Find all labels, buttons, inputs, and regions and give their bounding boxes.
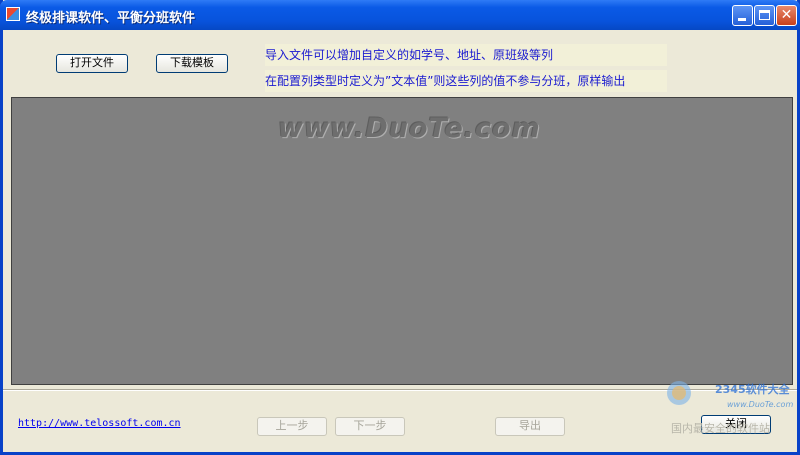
download-template-button[interactable]: 下载模板 bbox=[156, 54, 228, 73]
badge-tagline: 国内最安全的软件站 bbox=[671, 422, 770, 435]
app-icon bbox=[6, 7, 20, 21]
next-step-button[interactable]: 下一步 bbox=[335, 417, 405, 436]
watermark-text: www.DuoTe.com bbox=[278, 113, 541, 144]
website-link[interactable]: http://www.telossoft.com.cn bbox=[18, 418, 181, 429]
info-line-1: 导入文件可以增加自定义的如学号、地址、原班级等列 bbox=[265, 44, 667, 66]
close-icon: ✕ bbox=[780, 7, 793, 23]
duote-corner-logo: 2345软件大全 www.DuoTe.com bbox=[667, 381, 793, 409]
window-title: 终极排课软件、平衡分班软件 bbox=[26, 11, 196, 26]
app-window: 终极排课软件、平衡分班软件 ✕ 打开文件 下载模板 导入文件可以增加自定义的如学… bbox=[0, 0, 800, 455]
minimize-button[interactable] bbox=[732, 5, 753, 26]
prev-step-button[interactable]: 上一步 bbox=[257, 417, 327, 436]
minimize-icon bbox=[738, 18, 746, 21]
maximize-icon bbox=[759, 10, 770, 20]
badge-brand: 2345软件大全 bbox=[715, 382, 791, 396]
open-file-button[interactable]: 打开文件 bbox=[56, 54, 128, 73]
info-line-2: 在配置列类型时定义为”文本值”则这些列的值不参与分班，原样输出 bbox=[265, 70, 667, 92]
title-bar[interactable]: 终极排课软件、平衡分班软件 ✕ bbox=[0, 0, 800, 30]
close-window-button[interactable]: ✕ bbox=[776, 5, 797, 26]
badge-url: www.DuoTe.com bbox=[727, 400, 793, 409]
export-button[interactable]: 导出 bbox=[495, 417, 565, 436]
maximize-button[interactable] bbox=[754, 5, 775, 26]
